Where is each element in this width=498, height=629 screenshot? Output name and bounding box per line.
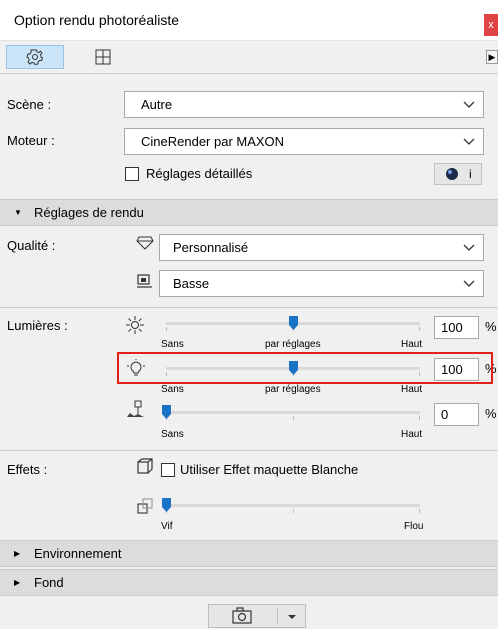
slider-mid-label: par réglages	[265, 339, 321, 350]
tab-layout[interactable]	[88, 45, 118, 69]
divider	[0, 450, 498, 451]
background-section[interactable]: ▶ Fond	[0, 569, 498, 596]
light-slider-sun[interactable]	[164, 314, 422, 334]
slider-min-label: Sans	[161, 429, 184, 440]
slider-tick	[293, 416, 294, 420]
layout-grid-icon	[95, 49, 111, 65]
lights-label: Lumières :	[7, 318, 68, 333]
quality-preset-dropdown[interactable]: Personnalisé	[159, 234, 484, 261]
white-model-label: Utiliser Effet maquette Blanche	[180, 462, 359, 477]
chevron-down-icon	[463, 138, 475, 145]
button-divider	[277, 608, 278, 624]
slider-tick	[419, 509, 420, 513]
tab-bar: ▶	[0, 41, 498, 74]
light-lamp-value[interactable]: 0	[434, 403, 479, 426]
effects-label: Effets :	[7, 462, 48, 477]
scene-dropdown[interactable]: Autre	[124, 91, 484, 118]
teapot-icon	[446, 168, 458, 180]
slider-tick	[166, 327, 167, 331]
title-bar: Option rendu photoréaliste x	[0, 0, 498, 41]
slider-thumb[interactable]	[162, 498, 171, 512]
expand-arrow-icon: ▶	[14, 549, 21, 558]
slider-tick	[419, 327, 420, 331]
lamp-icon	[127, 400, 144, 417]
white-model-checkbox[interactable]	[161, 463, 175, 477]
render-settings-section[interactable]: ▼ Réglages de rendu	[0, 199, 498, 226]
blur-slider[interactable]	[162, 496, 422, 516]
slider-mid-label: par réglages	[265, 384, 321, 395]
highlight-box	[117, 352, 493, 384]
slider-track	[166, 411, 420, 414]
chevron-down-icon	[463, 244, 475, 251]
detailed-settings-checkbox[interactable]	[125, 167, 139, 181]
quality-preset-value: Personnalisé	[173, 240, 249, 255]
quality-level-dropdown[interactable]: Basse	[159, 270, 484, 297]
dropdown-arrow-icon[interactable]	[279, 605, 305, 627]
tab-scroll-right[interactable]: ▶	[486, 50, 498, 64]
render-quality-icon	[137, 274, 152, 288]
info-glyph: i	[469, 167, 472, 181]
gear-icon	[26, 49, 44, 66]
divider	[0, 307, 498, 308]
chevron-down-icon	[463, 101, 475, 108]
tab-settings[interactable]	[6, 45, 64, 69]
scene-label: Scène :	[7, 97, 52, 112]
slider-thumb[interactable]	[289, 316, 298, 330]
slider-tick	[293, 509, 294, 513]
engine-value: CineRender par MAXON	[141, 134, 285, 149]
slider-max-label: Haut	[401, 384, 423, 395]
blur-icon	[137, 498, 153, 514]
slider-min-label: Sans	[161, 384, 184, 395]
background-title: Fond	[34, 575, 64, 590]
slider-max-label: Flou	[404, 521, 424, 532]
slider-track	[166, 504, 420, 507]
detailed-settings-label: Réglages détaillés	[146, 166, 253, 181]
quality-level-value: Basse	[173, 276, 210, 291]
light-sun-value[interactable]: 100	[434, 316, 479, 339]
slider-max-label: Haut	[401, 429, 423, 440]
light-slider-lamp[interactable]	[162, 403, 422, 423]
sun-icon	[126, 316, 144, 334]
environment-title: Environnement	[34, 546, 122, 561]
chevron-down-icon	[463, 280, 475, 287]
quality-label: Qualité :	[7, 238, 56, 253]
scene-value: Autre	[141, 97, 173, 112]
window-title: Option rendu photoréaliste	[14, 12, 179, 28]
engine-dropdown[interactable]: CineRender par MAXON	[124, 128, 484, 155]
slider-thumb[interactable]	[162, 405, 171, 419]
diamond-icon	[136, 236, 154, 250]
collapse-arrow-icon: ▼	[14, 208, 22, 217]
engine-label: Moteur :	[7, 133, 55, 148]
expand-arrow-icon: ▶	[14, 578, 21, 587]
slider-max-label: Haut	[401, 339, 423, 350]
percent-unit: %	[485, 319, 497, 334]
camera-icon	[232, 607, 252, 624]
environment-section[interactable]: ▶ Environnement	[0, 540, 498, 567]
close-button[interactable]: x	[484, 14, 498, 36]
render-info-button[interactable]: i	[434, 163, 482, 185]
slider-tick	[419, 416, 420, 420]
render-settings-title: Réglages de rendu	[34, 205, 144, 220]
percent-unit: %	[485, 406, 497, 421]
render-button[interactable]	[208, 604, 306, 628]
cube-icon	[137, 458, 153, 474]
slider-min-label: Sans	[161, 339, 184, 350]
slider-min-label: Vif	[161, 521, 173, 532]
